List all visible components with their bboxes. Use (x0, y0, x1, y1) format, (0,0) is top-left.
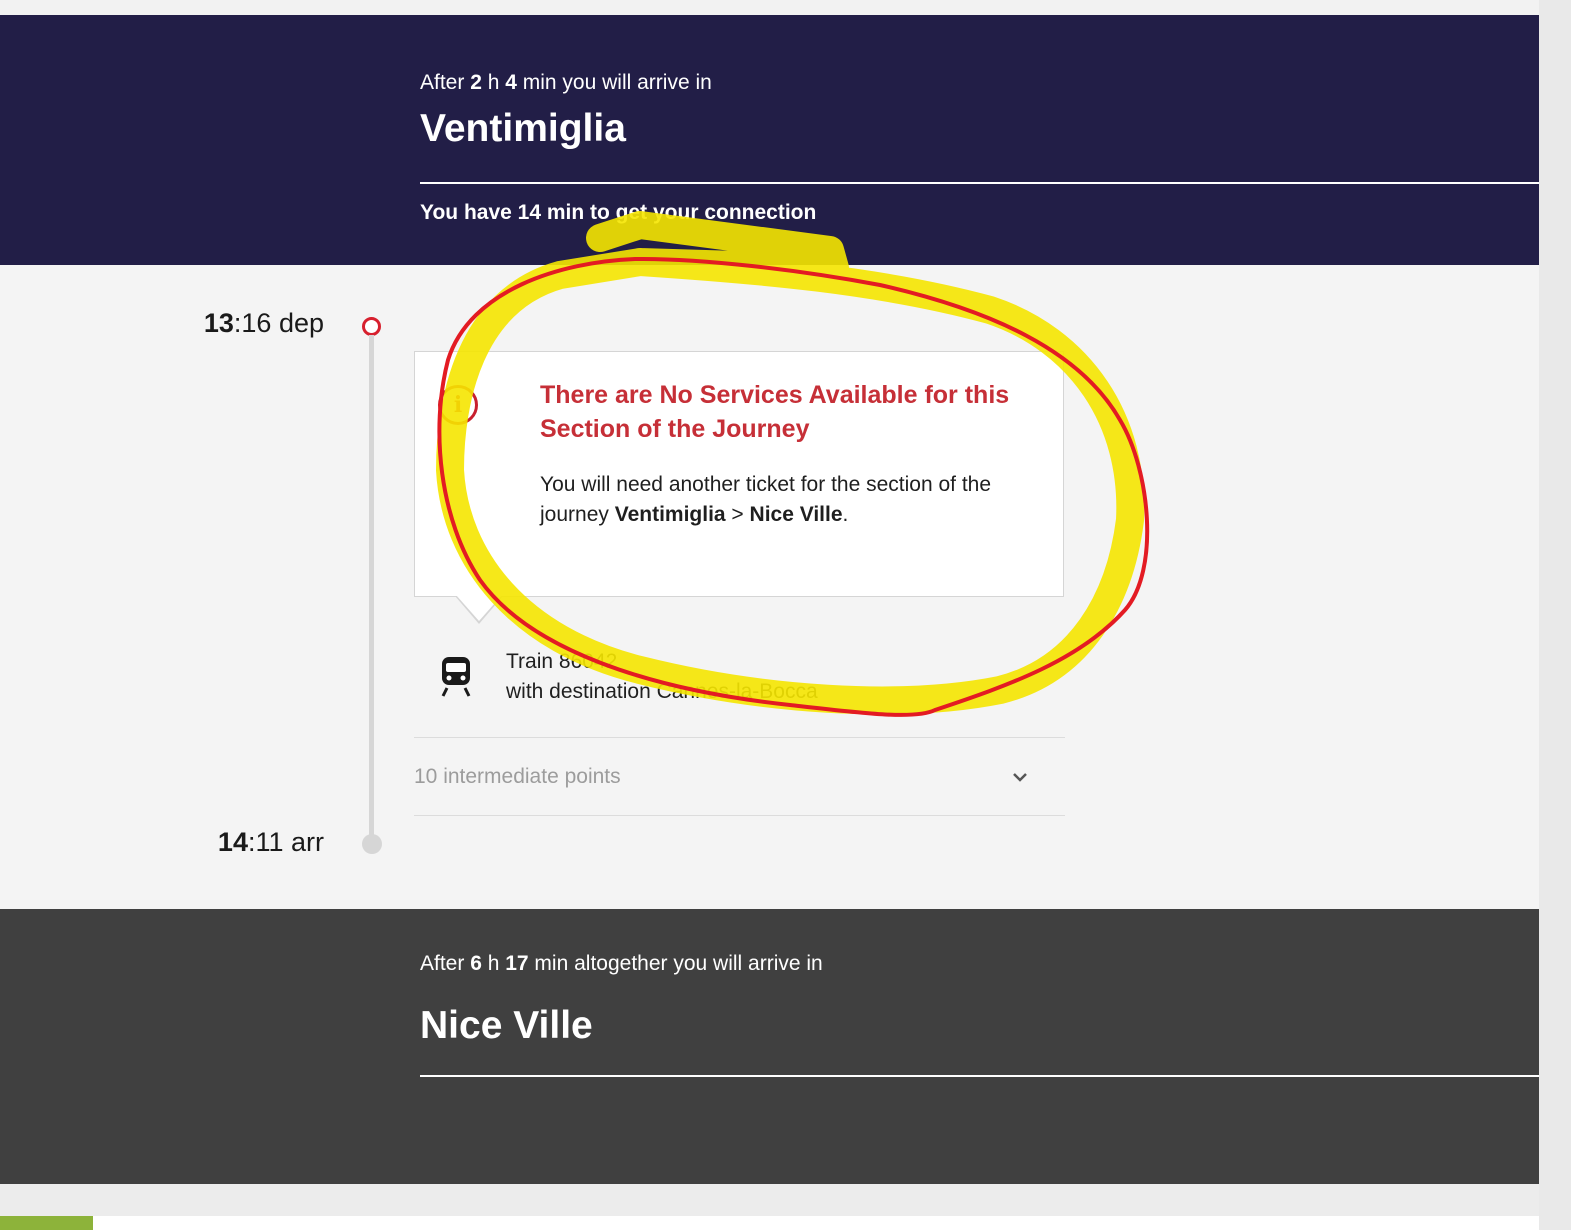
arrival-banner: After 2 h 4 min you will arrive in Venti… (0, 15, 1539, 265)
page-top-strip (0, 0, 1539, 15)
connection-time: You have 14 min to get your connection (420, 201, 817, 224)
notice-pointer-fill (456, 595, 502, 621)
intermediate-points-toggle[interactable]: 10 intermediate points (414, 738, 1065, 816)
arrival-divider (420, 182, 1539, 184)
divider (414, 815, 1065, 816)
notice-body: You will need another ticket for the sec… (540, 473, 992, 526)
arrival-marker (362, 834, 382, 854)
departure-marker (362, 317, 381, 336)
arrival-time: 14:11 arr (217, 827, 324, 857)
intermediate-points-label: 10 intermediate points (414, 765, 621, 788)
chevron-down-icon (1013, 773, 1027, 782)
footer-accent (0, 1216, 93, 1230)
scroll-gutter (1539, 0, 1571, 1230)
info-icon: i (438, 385, 478, 425)
total-duration: After 6 h 17 min altogether you will arr… (420, 952, 823, 975)
train-number: Train 86042 (506, 650, 618, 673)
departure-time: 13:16 dep (203, 308, 324, 338)
final-divider (420, 1075, 1539, 1077)
timeline-line (369, 335, 374, 843)
footer-bar (93, 1216, 1539, 1230)
train-icon (441, 657, 471, 697)
final-city: Nice Ville (420, 1004, 593, 1047)
arrival-city: Ventimiglia (420, 107, 626, 150)
journey-segment: 13:16 dep 14:11 arr i There are No Servi… (0, 265, 1539, 909)
train-destination: with destination Cannes-la-Bocca (506, 680, 818, 703)
notice-title: There are No Services Available for this… (540, 381, 1010, 443)
final-destination-banner: After 6 h 17 min altogether you will arr… (0, 909, 1539, 1184)
arrival-duration: After 2 h 4 min you will arrive in (420, 71, 712, 94)
